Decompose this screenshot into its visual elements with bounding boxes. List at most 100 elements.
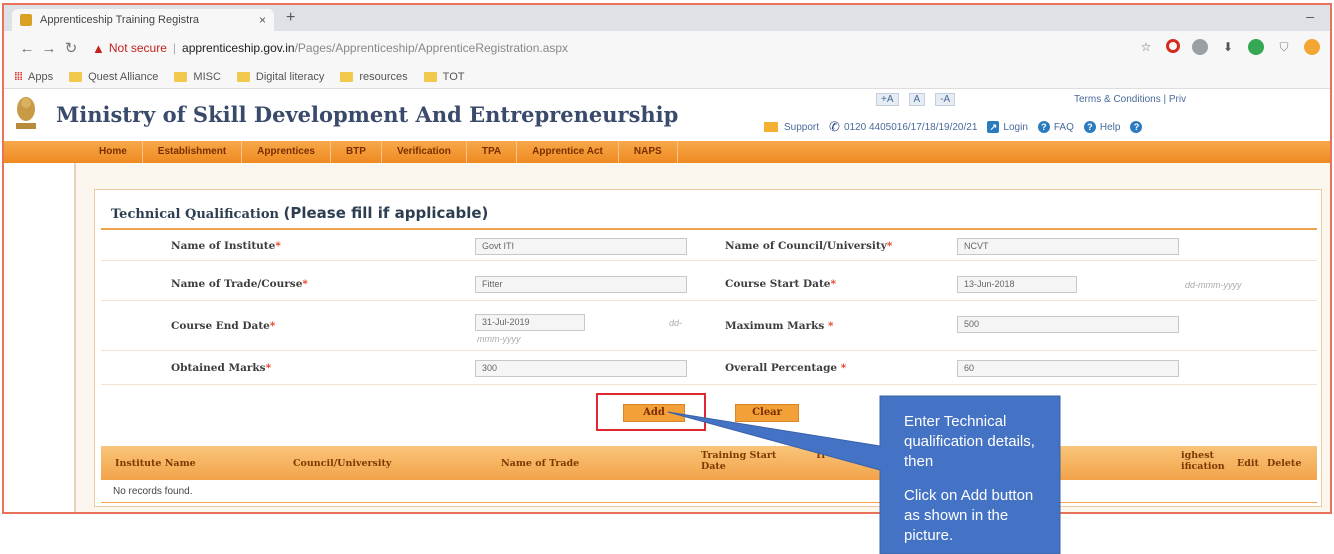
login-icon: ↗ [987, 121, 1000, 133]
qualification-grid-header: Institute Name Council/University Name o… [101, 446, 1317, 480]
green-extension-icon[interactable] [1248, 39, 1264, 55]
close-tab-icon[interactable]: × [259, 13, 266, 27]
download-icon[interactable]: ⬇ [1220, 39, 1236, 55]
nav-tpa[interactable]: TPA [467, 141, 518, 163]
title-divider [101, 228, 1317, 230]
col-trade[interactable]: Name of Trade [501, 458, 579, 469]
col-council[interactable]: Council/University [293, 458, 391, 469]
callout-line-1: Enter Technical qualification details, t… [904, 413, 1035, 470]
national-emblem-icon [16, 97, 36, 129]
nav-home[interactable]: Home [84, 141, 143, 163]
nav-verification[interactable]: Verification [382, 141, 467, 163]
screenshot-frame: Apprenticeship Training Registra × + – ←… [2, 3, 1332, 514]
institute-label: Name of Institute* [171, 240, 281, 252]
login-label: Login [1003, 121, 1028, 133]
clear-button[interactable]: Clear [735, 404, 799, 422]
max-marks-label: Maximum Marks * [725, 320, 834, 332]
end-date-input[interactable]: 31-Jul-2019 [475, 314, 585, 331]
nav-naps[interactable]: NAPS [619, 141, 678, 163]
faq-label: FAQ [1053, 121, 1074, 133]
phone-icon: ✆ [829, 119, 840, 134]
col-delete[interactable]: Delete [1267, 458, 1301, 469]
more-link[interactable]: ? [1130, 121, 1146, 133]
folder-icon [69, 71, 83, 82]
col-fragment[interactable]: Tr [815, 450, 826, 461]
bookmark-quest-alliance[interactable]: Quest Alliance [69, 71, 158, 83]
bookmark-apps[interactable]: ⁞⁞⁞ Apps [14, 71, 53, 83]
bookmark-label: Quest Alliance [88, 70, 159, 83]
header-links: Support ✆ 0120 4405016/17/18/19/20/21 ↗ … [764, 119, 1156, 135]
max-marks-input[interactable]: 500 [957, 316, 1179, 333]
col-highest-qualification[interactable]: ighest ification [1181, 450, 1225, 472]
browser-tab-strip: Apprenticeship Training Registra × + – [4, 5, 1330, 31]
forward-arrow-icon[interactable]: → [38, 40, 60, 57]
not-secure-label: Not secure [108, 41, 167, 55]
no-records-message: No records found. [113, 486, 193, 497]
site-title: Ministry of Skill Development And Entrep… [56, 102, 679, 127]
terms-link[interactable]: Terms & Conditions | Priv [1074, 94, 1186, 105]
trade-label: Name of Trade/Course* [171, 278, 308, 290]
folder-icon [423, 71, 437, 82]
grid-divider [101, 502, 1317, 503]
nav-btp[interactable]: BTP [331, 141, 382, 163]
section-title: Technical Qualification (Please fill if … [111, 204, 488, 222]
support-link[interactable]: Support [764, 122, 819, 133]
login-link[interactable]: ↗ Login [987, 121, 1028, 133]
council-label: Name of Council/University* [725, 240, 893, 252]
increase-font-button[interactable]: +A [876, 93, 899, 106]
percentage-label: Overall Percentage * [725, 362, 847, 374]
section-title-text: Technical Qualification [111, 207, 279, 222]
extension-icons: ☆ ⬇ ⛉ [1138, 39, 1320, 55]
bookmarks-bar: ⁞⁞⁞ Apps Quest Alliance MISC Digital lit… [4, 65, 1330, 89]
browser-toolbar: ← → ↻ ▲ Not secure | apprenticeship.gov.… [4, 31, 1330, 65]
bookmark-tot[interactable]: TOT [423, 70, 465, 83]
start-date-format-hint: dd-mmm-yyyy [1185, 280, 1242, 290]
decrease-font-button[interactable]: -A [935, 93, 956, 106]
trade-input[interactable]: Fitter [475, 276, 687, 293]
percentage-input[interactable]: 60 [957, 360, 1179, 377]
warning-icon: ▲ [92, 40, 105, 56]
font-size-controls: +A A -A [876, 93, 956, 106]
extension-icon[interactable] [1192, 39, 1208, 55]
nav-establishment[interactable]: Establishment [143, 141, 243, 163]
row-divider [101, 260, 1317, 261]
profile-avatar-icon[interactable] [1304, 39, 1320, 55]
help-icon: ? [1083, 121, 1096, 133]
council-input[interactable]: NCVT [957, 238, 1179, 255]
back-arrow-icon[interactable]: ← [16, 40, 38, 57]
phone-number: ✆ 0120 4405016/17/18/19/20/21 [829, 119, 977, 135]
start-date-input[interactable]: 13-Jun-2018 [957, 276, 1077, 293]
row-divider [101, 350, 1317, 351]
bookmark-label: Apps [28, 70, 54, 83]
normal-font-button[interactable]: A [908, 93, 926, 106]
obtained-marks-label: Obtained Marks* [171, 362, 272, 374]
obtained-marks-input[interactable]: 300 [475, 360, 687, 377]
col-training-start[interactable]: Training Start Date [701, 450, 776, 472]
new-tab-button[interactable]: + [286, 9, 295, 27]
end-date-format-hint-a: dd- [669, 318, 683, 328]
help-link[interactable]: ? Help [1083, 121, 1120, 133]
address-bar[interactable]: ▲ Not secure | apprenticeship.gov.in /Pa… [92, 41, 568, 56]
bookmark-label: TOT [442, 70, 465, 83]
col-edit[interactable]: Edit [1237, 458, 1259, 469]
minimize-window-button[interactable]: – [1306, 8, 1314, 24]
add-button-highlight [596, 393, 706, 431]
opera-extension-icon[interactable] [1166, 39, 1180, 53]
tab-title: Apprenticeship Training Registra [40, 14, 199, 26]
nav-apprentices[interactable]: Apprentices [242, 141, 331, 163]
row-divider [101, 300, 1317, 301]
url-path: /Pages/Apprenticeship/ApprenticeRegistra… [294, 41, 569, 55]
bookmark-misc[interactable]: MISC [174, 71, 221, 83]
reload-icon[interactable]: ↻ [60, 39, 82, 57]
browser-tab[interactable]: Apprenticeship Training Registra × [12, 9, 274, 31]
shield-icon[interactable]: ⛉ [1276, 39, 1292, 55]
col-institute-name[interactable]: Institute Name [115, 458, 196, 469]
bookmark-resources[interactable]: resources [340, 70, 408, 83]
faq-link[interactable]: ? FAQ [1037, 121, 1074, 133]
bookmark-digital-literacy[interactable]: Digital literacy [236, 71, 324, 83]
bookmark-star-icon[interactable]: ☆ [1138, 39, 1154, 55]
mail-icon [764, 122, 778, 132]
institute-input[interactable]: Govt ITI [475, 238, 687, 255]
bookmark-label: resources [359, 70, 408, 83]
nav-apprentice-act[interactable]: Apprentice Act [517, 141, 619, 163]
